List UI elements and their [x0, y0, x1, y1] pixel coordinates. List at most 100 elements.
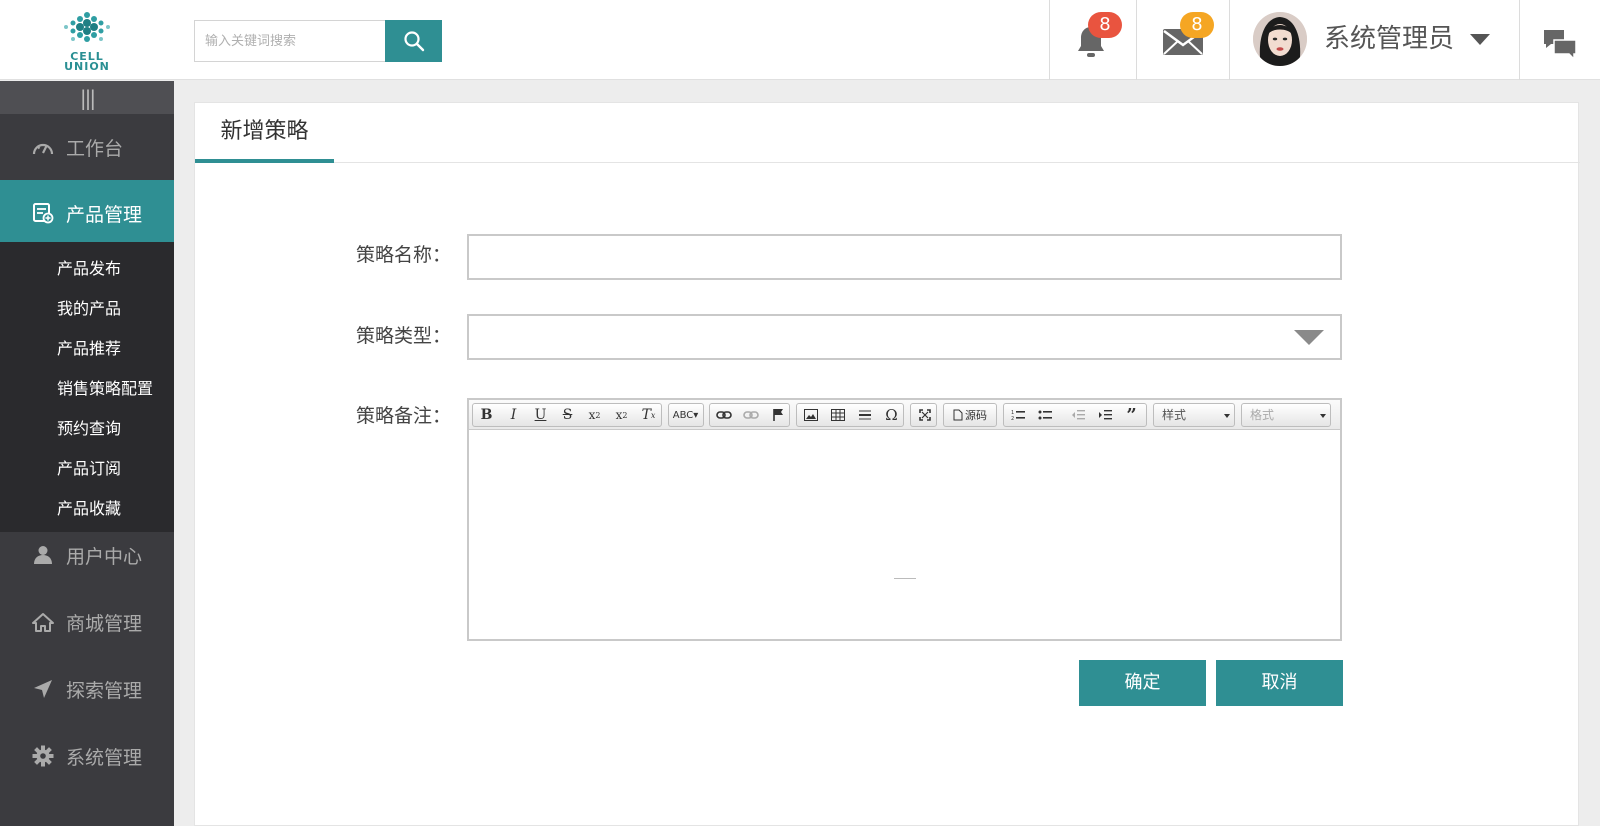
header-divider: [1519, 0, 1520, 80]
horizontal-rule-icon[interactable]: [851, 404, 878, 426]
submenu-item-product-publish[interactable]: 产品发布: [57, 259, 121, 279]
cancel-button[interactable]: 取消: [1216, 660, 1343, 706]
home-icon: [32, 611, 54, 633]
search-icon: [403, 31, 424, 52]
sidebar-item-system-management[interactable]: 系统管理: [0, 723, 174, 789]
header-divider: [1229, 0, 1230, 80]
sidebar-item-label: 用户中心: [66, 545, 143, 568]
editor-divider: [894, 578, 916, 579]
logo-hex-icon: [64, 12, 110, 42]
format-dropdown-label: 格式: [1250, 408, 1275, 422]
format-dropdown[interactable]: 格式: [1241, 403, 1331, 427]
logo-text: CELL UNION: [58, 51, 116, 73]
editor-content-area[interactable]: [469, 431, 1340, 639]
svg-text:2: 2: [1011, 416, 1014, 421]
dropdown-arrow-icon: [1224, 414, 1230, 418]
sidebar-item-mall-management[interactable]: 商城管理: [0, 589, 174, 655]
source-button[interactable]: 源码: [944, 404, 996, 426]
toolbar-group-paragraph: 12 ”: [1003, 403, 1147, 427]
sidebar: ||| 工作台 产品管理 产品发布 我的产品 产品推荐 销售策略配置 预约查询 …: [0, 81, 174, 826]
sidebar-item-user-center[interactable]: 用户中心: [0, 522, 174, 588]
special-char-icon[interactable]: Ω: [878, 404, 905, 426]
chat-button[interactable]: [1543, 28, 1577, 66]
blockquote-icon[interactable]: ”: [1118, 404, 1145, 426]
search-input[interactable]: [194, 20, 386, 62]
chevron-down-icon[interactable]: [1470, 34, 1490, 45]
sidebar-item-explore-management[interactable]: 探索管理: [0, 656, 174, 722]
sidebar-item-label: 系统管理: [66, 746, 143, 769]
editor-toolbar: B I U S x2 x2 Tx ABC▾ Ω 源码 1 2 ” 样式 格式: [469, 400, 1340, 430]
toolbar-group-basicstyles: B I U S x2 x2 Tx: [472, 403, 662, 427]
strategy-type-label: 策略类型：: [356, 325, 452, 347]
table-icon[interactable]: [824, 404, 851, 426]
source-label: 源码: [965, 409, 987, 422]
submenu-item-reservation-query[interactable]: 预约查询: [57, 419, 121, 439]
product-submenu: 产品发布 我的产品 产品推荐 销售策略配置 预约查询 产品订阅 产品收藏: [0, 242, 174, 532]
anchor-flag-icon[interactable]: [764, 404, 791, 426]
messages-badge: 8: [1180, 12, 1214, 38]
logo-text-line2: UNION: [64, 60, 110, 73]
cell-union-logo[interactable]: CELL UNION: [58, 10, 116, 72]
style-dropdown-label: 样式: [1162, 408, 1187, 422]
sidebar-item-label: 产品管理: [66, 203, 143, 226]
avatar-image: [1253, 12, 1307, 66]
search-button[interactable]: [385, 20, 442, 62]
italic-icon[interactable]: I: [500, 404, 527, 426]
avatar[interactable]: [1253, 12, 1307, 66]
sidebar-item-label: 探索管理: [66, 679, 143, 702]
bold-icon[interactable]: B: [473, 404, 500, 426]
submenu-item-product-subscribe[interactable]: 产品订阅: [57, 459, 121, 479]
toolbar-group-spellcheck: ABC▾: [668, 403, 704, 427]
user-name[interactable]: 系统管理员: [1324, 20, 1454, 58]
sidebar-item-workbench[interactable]: 工作台: [0, 114, 174, 180]
search-box: [194, 20, 442, 62]
sidebar-item-product-management[interactable]: 产品管理: [0, 180, 174, 246]
strategy-remark-label: 策略备注：: [356, 405, 452, 427]
user-icon: [32, 544, 54, 566]
underline-icon[interactable]: U: [527, 404, 554, 426]
strategy-type-select[interactable]: [467, 314, 1342, 360]
top-header: CELL UNION 8 8: [0, 0, 1600, 80]
outdent-icon[interactable]: [1064, 404, 1091, 426]
tab-add-strategy[interactable]: 新增策略: [195, 103, 334, 163]
chat-bubbles-icon: [1544, 30, 1577, 61]
sidebar-item-label: 商城管理: [66, 612, 143, 635]
submenu-item-sales-strategy[interactable]: 销售策略配置: [57, 379, 153, 399]
maximize-icon[interactable]: [911, 404, 938, 426]
speedometer-icon: [32, 136, 54, 158]
dropdown-caret-icon: [1294, 330, 1324, 345]
source-doc-icon: [953, 409, 963, 421]
toolbar-group-document: 源码: [943, 403, 997, 427]
strikethrough-icon[interactable]: S: [554, 404, 581, 426]
subscript-icon[interactable]: x2: [581, 404, 608, 426]
unlink-icon[interactable]: [737, 404, 764, 426]
toolbar-group-tools: [910, 403, 937, 427]
submenu-item-product-recommend[interactable]: 产品推荐: [57, 339, 121, 359]
dropdown-arrow-icon: [1320, 414, 1326, 418]
rich-text-editor: B I U S x2 x2 Tx ABC▾ Ω 源码 1 2 ” 样式 格式: [467, 398, 1342, 641]
strategy-name-label: 策略名称：: [356, 244, 452, 266]
spellcheck-icon[interactable]: ABC▾: [672, 404, 699, 426]
product-list-icon: [32, 202, 54, 224]
header-divider: [1049, 0, 1050, 80]
numbered-list-icon[interactable]: 12: [1004, 404, 1031, 426]
style-dropdown[interactable]: 样式: [1153, 403, 1235, 427]
submenu-item-my-products[interactable]: 我的产品: [57, 299, 121, 319]
image-icon[interactable]: [797, 404, 824, 426]
toolbar-group-links: [709, 403, 790, 427]
bulleted-list-icon[interactable]: [1031, 404, 1058, 426]
notifications-badge: 8: [1088, 12, 1122, 38]
remove-format-icon[interactable]: Tx: [635, 404, 662, 426]
confirm-button[interactable]: 确定: [1079, 660, 1206, 706]
navigate-icon: [32, 678, 54, 700]
strategy-name-input[interactable]: [467, 234, 1342, 280]
indent-icon[interactable]: [1091, 404, 1118, 426]
gear-icon: [32, 745, 54, 767]
toolbar-group-insert: Ω: [796, 403, 904, 427]
superscript-icon[interactable]: x2: [608, 404, 635, 426]
sidebar-item-label: 工作台: [66, 137, 124, 160]
link-icon[interactable]: [710, 404, 737, 426]
sidebar-collapse-toggle[interactable]: |||: [0, 81, 174, 114]
tab-bar: 新增策略: [195, 103, 1580, 163]
submenu-item-product-favorites[interactable]: 产品收藏: [57, 499, 121, 519]
